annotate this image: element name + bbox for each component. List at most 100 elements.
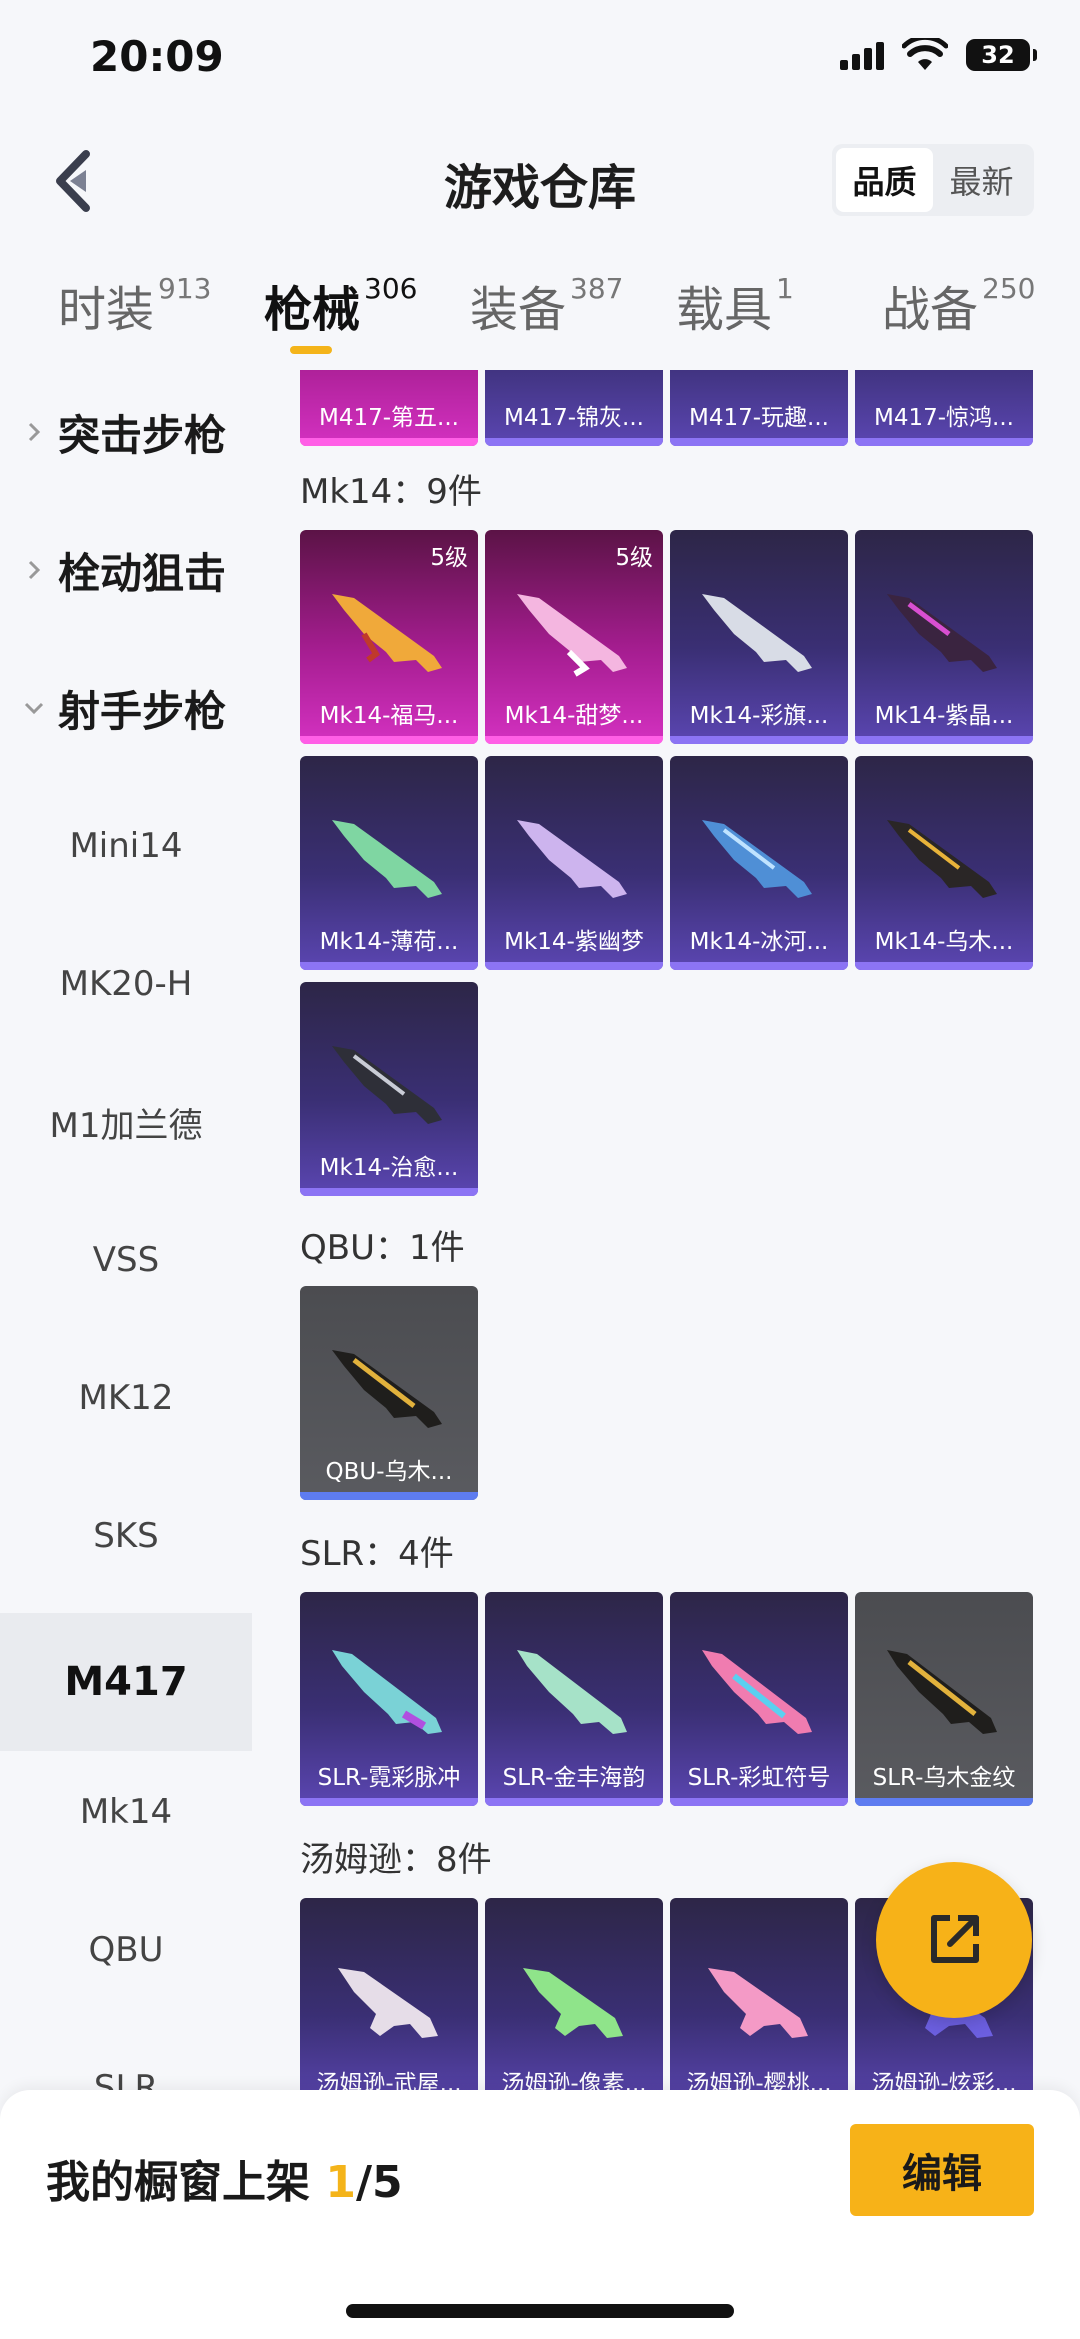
tab-vehicles[interactable]: 载具 1 — [676, 270, 794, 340]
weapon-name: Mk14-紫幽梦 — [504, 929, 644, 955]
sidebar-category-bolt-sniper[interactable]: 栓动狙击 — [0, 501, 252, 639]
battery-icon: 32 — [966, 39, 1037, 71]
weapon-name: 汤姆逊-樱桃... — [686, 2071, 832, 2090]
weapon-card[interactable]: SLR-霓彩脉冲 — [300, 1592, 478, 1806]
sidebar-category-assault-rifle[interactable]: 突击步枪 — [0, 370, 252, 501]
sidebar-item-mini14[interactable]: Mini14 — [0, 777, 252, 915]
sort-latest-button[interactable]: 最新 — [933, 148, 1030, 212]
tab-label: 载具 — [676, 282, 773, 338]
share-icon — [931, 1915, 979, 1963]
tab-count: 387 — [570, 272, 624, 305]
weapon-card[interactable]: M417-惊鸿... — [855, 370, 1033, 446]
weapon-name: Mk14-紫晶... — [874, 703, 1014, 729]
weapon-name: SLR-彩虹符号 — [687, 1765, 831, 1791]
edit-button[interactable]: 编辑 — [850, 2124, 1034, 2216]
sidebar-category-label: 突击步枪 — [58, 410, 227, 460]
rarity-bar — [485, 1798, 663, 1806]
rarity-bar — [855, 962, 1033, 970]
weapon-name: QBU-乌木... — [325, 1459, 453, 1485]
weapon-name: Mk14-乌木... — [874, 929, 1014, 955]
sidebar-item-vss[interactable]: VSS — [0, 1191, 252, 1329]
weapon-card[interactable]: SLR-彩虹符号 — [670, 1592, 848, 1806]
status-icons: 32 — [840, 38, 1037, 72]
sidebar-item-mk20h[interactable]: MK20-H — [0, 915, 252, 1053]
weapon-name: 汤姆逊-武屋... — [316, 2071, 462, 2090]
tab-battle-gear[interactable]: 战备 250 — [882, 270, 1035, 340]
weapon-card[interactable]: Mk14-紫晶... — [855, 530, 1033, 744]
section-title-thompson: 汤姆逊：8件 — [300, 1840, 492, 1880]
weapon-name: Mk14-福马... — [319, 703, 459, 729]
weapon-card[interactable]: SLR-金丰海韵 — [485, 1592, 663, 1806]
weapon-card[interactable]: 5级 Mk14-甜梦... — [485, 530, 663, 744]
weapon-name: Mk14-薄荷... — [319, 929, 459, 955]
rifle-icon — [517, 820, 627, 898]
rarity-bar — [300, 962, 478, 970]
rarity-bar — [485, 962, 663, 970]
weapon-card[interactable]: 汤姆逊-像素... — [485, 1898, 663, 2090]
tab-weapons[interactable]: 枪械 306 — [264, 270, 417, 340]
sidebar-item-sks[interactable]: SKS — [0, 1467, 252, 1605]
weapon-card[interactable]: M417-锦灰... — [485, 370, 663, 446]
weapon-type-sidebar: 突击步枪 栓动狙击 射手步枪 Mini14 MK20-H M1加兰德 VSS M… — [0, 370, 252, 2090]
weapon-card[interactable]: Mk14-彩旗... — [670, 530, 848, 744]
tab-count: 306 — [364, 272, 418, 305]
rarity-bar — [300, 1798, 478, 1806]
section-title-qbu: QBU：1件 — [300, 1228, 465, 1268]
rarity-bar — [485, 736, 663, 744]
tab-label: 装备 — [470, 282, 567, 338]
section-title-slr: SLR：4件 — [300, 1534, 454, 1574]
showcase-text: 我的橱窗上架 — [46, 2157, 326, 2208]
weapon-card[interactable]: Mk14-冰河... — [670, 756, 848, 970]
weapon-name: 汤姆逊-像素... — [501, 2071, 647, 2090]
weapon-name: SLR-乌木金纹 — [872, 1765, 1016, 1791]
weapon-card[interactable]: SLR-乌木金纹 — [855, 1592, 1033, 1806]
tab-count: 250 — [982, 272, 1036, 305]
chevron-right-icon — [28, 560, 41, 580]
active-tab-indicator — [290, 346, 332, 354]
status-time: 20:09 — [90, 32, 224, 81]
rifle-icon — [887, 594, 997, 672]
rifle-icon — [702, 820, 812, 898]
rarity-bar — [855, 736, 1033, 744]
sidebar-item-slr[interactable]: SLR — [0, 2019, 252, 2090]
wifi-icon — [902, 38, 948, 70]
sidebar-item-qbu[interactable]: QBU — [0, 1881, 252, 2019]
weapon-card[interactable]: Mk14-紫幽梦 — [485, 756, 663, 970]
weapon-card[interactable]: 5级 Mk14-福马... — [300, 530, 478, 744]
weapon-card[interactable]: Mk14-治愈... — [300, 982, 478, 1196]
category-tabs: 时装 913 枪械 306 装备 387 载具 1 战备 250 — [0, 270, 1080, 370]
weapon-card[interactable]: 汤姆逊-武屋... — [300, 1898, 478, 2090]
tab-label: 时装 — [58, 282, 155, 338]
sidebar-item-mk14[interactable]: Mk14 — [0, 1743, 252, 1881]
sidebar-item-mk12[interactable]: MK12 — [0, 1329, 252, 1467]
sort-quality-button[interactable]: 品质 — [836, 148, 933, 212]
rifle-icon — [332, 594, 442, 672]
tab-fashion[interactable]: 时装 913 — [58, 270, 211, 340]
sort-toggle: 品质 最新 — [832, 144, 1034, 216]
signal-icon — [840, 40, 884, 70]
weapon-card[interactable]: QBU-乌木... — [300, 1286, 478, 1500]
chevron-right-icon — [28, 422, 41, 442]
header: 游戏仓库 品质 最新 — [0, 130, 1080, 230]
rifle-icon — [702, 594, 812, 672]
sidebar-item-m1-garand[interactable]: M1加兰德 — [0, 1053, 252, 1191]
weapon-card[interactable]: M417-玩趣... — [670, 370, 848, 446]
tab-equipment[interactable]: 装备 387 — [470, 270, 623, 340]
rarity-bar — [300, 736, 478, 744]
sidebar-item-m417[interactable]: M417 — [0, 1613, 252, 1751]
tab-label: 战备 — [882, 282, 979, 338]
share-button[interactable] — [876, 1862, 1032, 2018]
rarity-bar — [300, 1188, 478, 1196]
showcase-count: 1 — [325, 2157, 356, 2208]
weapon-card[interactable]: 汤姆逊-樱桃... — [670, 1898, 848, 2090]
rifle-icon — [332, 1046, 442, 1124]
rifle-icon — [332, 820, 442, 898]
weapon-card[interactable]: M417-第五... — [300, 370, 478, 446]
weapon-grid: M417-第五... M417-锦灰... M417-玩趣... M417-惊鸿… — [252, 370, 1080, 2090]
weapon-name: M417-锦灰... — [504, 405, 644, 431]
weapon-card[interactable]: Mk14-薄荷... — [300, 756, 478, 970]
weapon-name: SLR-霓彩脉冲 — [317, 1765, 461, 1791]
tab-label: 枪械 — [264, 282, 361, 338]
sidebar-category-dmr[interactable]: 射手步枪 — [0, 639, 252, 777]
weapon-card[interactable]: Mk14-乌木... — [855, 756, 1033, 970]
